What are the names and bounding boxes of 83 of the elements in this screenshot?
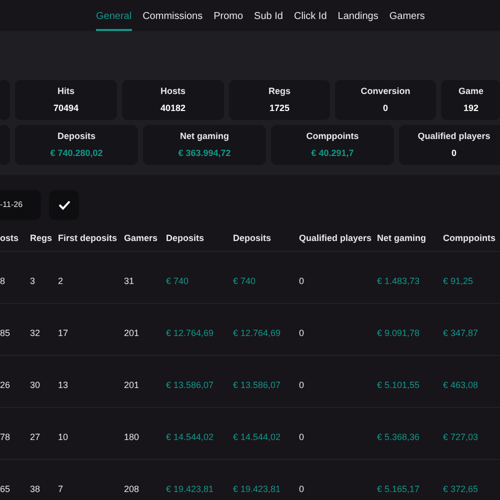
table-cell: € 372,65 xyxy=(443,484,478,494)
table-cell: € 740 xyxy=(233,276,256,286)
column-header: Net gaming xyxy=(377,232,426,242)
apply-button[interactable] xyxy=(49,190,79,220)
stat-label: Game xyxy=(458,85,484,98)
nav-tab[interactable]: Commissions xyxy=(142,0,203,31)
stat-label: Hosts xyxy=(160,85,186,98)
table-cell: € 347,87 xyxy=(443,328,478,338)
table-cell: € 12.764,69 xyxy=(233,328,281,338)
table-cell: € 1.483,73 xyxy=(377,276,420,286)
table-cell: 208 xyxy=(124,484,140,494)
column-header: Qualified players xyxy=(299,232,372,242)
column-header: Gamers xyxy=(124,232,158,242)
table-cell: 30 xyxy=(30,380,40,390)
table-cell: 26 xyxy=(0,380,10,390)
table-cell: € 13.586,07 xyxy=(233,380,281,390)
table-cell: 0 xyxy=(299,432,304,442)
table-cell: 0 xyxy=(299,380,304,390)
table-cell: € 14.544,02 xyxy=(166,432,214,442)
stat-label: Qualified players xyxy=(418,130,490,143)
table-cell: € 14.544,02 xyxy=(233,432,281,442)
stat-value: 0 xyxy=(382,102,388,114)
stat-value: 192 xyxy=(463,102,479,114)
table-cell: 17 xyxy=(58,328,68,338)
nav-tab[interactable]: General xyxy=(96,0,132,31)
stat-value: € 363.994,72 xyxy=(178,146,231,160)
table-cell: € 12.764,69 xyxy=(166,328,214,338)
nav-tab[interactable]: Sub Id xyxy=(254,0,283,31)
stat-value: 0 xyxy=(451,146,456,160)
table-cell: € 13.586,07 xyxy=(166,380,214,390)
table-cell: 2 xyxy=(58,276,64,286)
stat-value: 1725 xyxy=(269,102,290,114)
stat-label: Comppoints xyxy=(306,130,359,143)
table-cell: € 727,03 xyxy=(443,432,478,442)
stat-label: Hits xyxy=(57,85,74,98)
table-cell: 180 xyxy=(124,432,140,442)
checkmark-icon xyxy=(58,200,70,210)
column-header: Deposits xyxy=(166,232,204,242)
stat-value: € 40.291,7 xyxy=(311,146,354,160)
column-header: Regs xyxy=(30,232,52,242)
table-cell: 10 xyxy=(58,432,68,442)
table-cell: 7 xyxy=(58,484,64,494)
table-cell: 32 xyxy=(30,328,40,338)
stat-value: 70494 xyxy=(53,102,79,114)
table-cell: 38 xyxy=(30,484,40,494)
table-cell: 8 xyxy=(0,276,6,286)
table-cell: € 5.165,17 xyxy=(377,484,420,494)
table-cell: € 463,08 xyxy=(443,380,478,390)
stat-label: Net gaming xyxy=(180,130,229,143)
column-header: First deposits xyxy=(58,232,118,242)
table-cell: 13 xyxy=(58,380,68,390)
stat-label: Conversion xyxy=(360,85,410,98)
table-cell: 27 xyxy=(30,432,40,442)
nav-tab[interactable]: Gamers xyxy=(389,0,425,31)
table-cell: 201 xyxy=(124,328,140,338)
column-header: osts xyxy=(0,232,19,242)
date-field[interactable]: -11-26 xyxy=(0,190,41,220)
table-cell: € 5.101,55 xyxy=(377,380,420,390)
table-cell: € 740 xyxy=(166,276,189,286)
stat-label: Regs xyxy=(268,85,290,98)
column-header: Deposits xyxy=(233,232,272,242)
table-cell: 85 xyxy=(0,328,10,338)
stat-value: 40182 xyxy=(160,102,186,114)
table-cell: 31 xyxy=(124,276,134,286)
stat-value: € 740.280,02 xyxy=(50,146,103,160)
nav-tab[interactable]: Click Id xyxy=(294,0,327,31)
table-cell: € 91,25 xyxy=(443,276,474,286)
nav-tab[interactable]: Landings xyxy=(338,0,378,31)
date-value: -11-26 xyxy=(0,199,23,211)
table-cell: € 9.091,78 xyxy=(377,328,420,338)
column-header: Comppoints xyxy=(443,232,496,242)
table-cell: € 19.423,81 xyxy=(166,484,214,494)
table-cell: 3 xyxy=(30,276,36,286)
table-cell: € 5.368,36 xyxy=(377,432,420,442)
nav-tab[interactable]: Promo xyxy=(214,0,244,31)
table-cell: 201 xyxy=(124,380,140,390)
table-cell: 65 xyxy=(0,484,10,494)
table-cell: 0 xyxy=(299,328,304,338)
stat-label: Deposits xyxy=(57,130,96,143)
table-cell: 0 xyxy=(299,276,304,286)
table-cell: 0 xyxy=(299,484,304,494)
table-cell: 78 xyxy=(0,432,10,442)
table-cell: € 19.423,81 xyxy=(233,484,281,494)
